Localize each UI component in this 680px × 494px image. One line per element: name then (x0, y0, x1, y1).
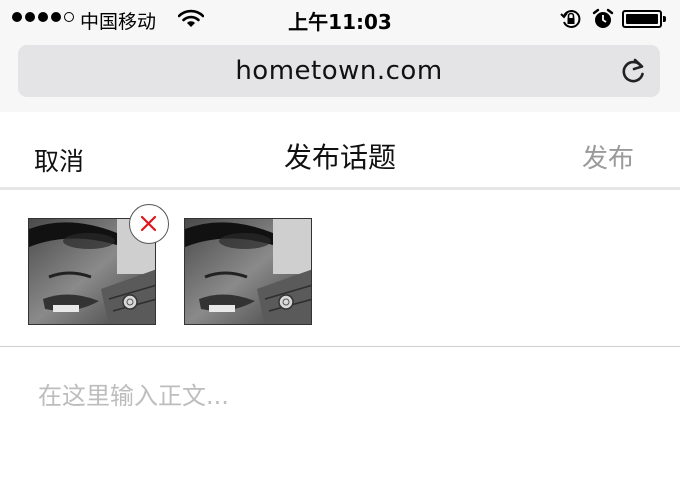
reload-icon[interactable] (620, 57, 646, 89)
alarm-icon (592, 8, 614, 34)
cancel-button[interactable]: 取消 (34, 142, 84, 178)
publish-button[interactable]: 发布 (582, 138, 634, 175)
remove-photo-button[interactable] (129, 204, 169, 244)
status-bar: 中国移动 上午11:03 (0, 0, 680, 38)
photo-thumbnail[interactable] (184, 218, 312, 325)
battery-level (626, 14, 658, 24)
battery-tip (663, 16, 666, 22)
url-text[interactable]: hometown.com (18, 56, 660, 86)
page-title: 发布话题 (283, 141, 396, 174)
body-text-input[interactable]: 在这里输入正文... (38, 376, 638, 416)
close-icon[interactable] (130, 205, 167, 242)
address-bar[interactable]: hometown.com (18, 45, 660, 97)
browser-toolbar: hometown.com (0, 38, 680, 112)
attached-photos (0, 193, 680, 347)
compose-header: 取消 发布话题 发布 (0, 112, 680, 190)
battery-icon (622, 10, 666, 28)
rotation-lock-icon (560, 8, 582, 34)
